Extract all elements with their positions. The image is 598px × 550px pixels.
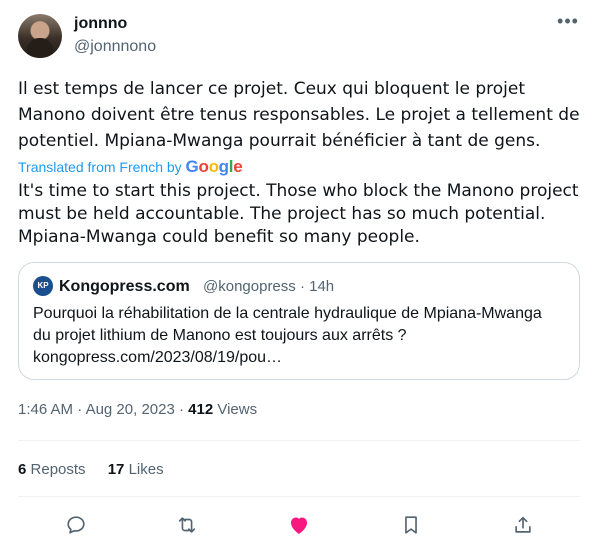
- like-button[interactable]: [284, 510, 314, 540]
- google-logo: Google: [185, 157, 243, 176]
- tweet-translation: It's time to start this project. Those w…: [18, 181, 579, 247]
- repost-button[interactable]: [172, 510, 202, 540]
- quote-text: Pourquoi la réhabilitation de la central…: [33, 305, 542, 366]
- quote-author-name: Kongopress.com: [59, 278, 190, 295]
- views-count: 412: [188, 401, 214, 418]
- tweet-text: Il est temps de lancer ce projet. Ceux q…: [18, 79, 580, 151]
- views-label: Views: [217, 401, 258, 418]
- reply-icon: [67, 516, 85, 534]
- repost-icon: [178, 517, 196, 533]
- divider: [18, 440, 580, 441]
- share-icon: [515, 516, 531, 533]
- avatar[interactable]: [18, 14, 62, 58]
- translated-by-link[interactable]: Translated from French by Google: [18, 157, 243, 177]
- quote-avatar: KP: [33, 276, 53, 296]
- tweet-time[interactable]: 1:46 AM: [18, 401, 73, 418]
- bookmark-button[interactable]: [396, 510, 426, 540]
- translated-label: Translated from French by: [18, 159, 182, 175]
- reposts-stat[interactable]: 6 Reposts: [18, 461, 86, 478]
- tweet-header: jonnno @jonnnono •••: [18, 10, 580, 58]
- bookmark-icon: [405, 516, 417, 534]
- quote-handle-time: @kongopress · 14h: [203, 278, 335, 295]
- divider: [18, 496, 580, 497]
- likes-stat[interactable]: 17 Likes: [108, 461, 164, 478]
- reply-button[interactable]: [61, 510, 91, 540]
- author-display-name[interactable]: jonnno: [74, 14, 127, 34]
- tweet-date[interactable]: Aug 20, 2023: [86, 401, 175, 418]
- action-bar: [18, 510, 580, 540]
- quoted-tweet-card[interactable]: KP Kongopress.com @kongopress · 14h Pour…: [18, 262, 580, 380]
- more-dots-icon[interactable]: •••: [556, 12, 580, 34]
- heart-icon: [291, 517, 307, 534]
- tweet-meta: 1:46 AM · Aug 20, 2023 · 412 Views: [18, 401, 258, 418]
- author-handle[interactable]: @jonnnono: [74, 37, 156, 57]
- share-button[interactable]: [508, 510, 538, 540]
- engagement-stats: 6 Reposts 17 Likes: [18, 460, 182, 480]
